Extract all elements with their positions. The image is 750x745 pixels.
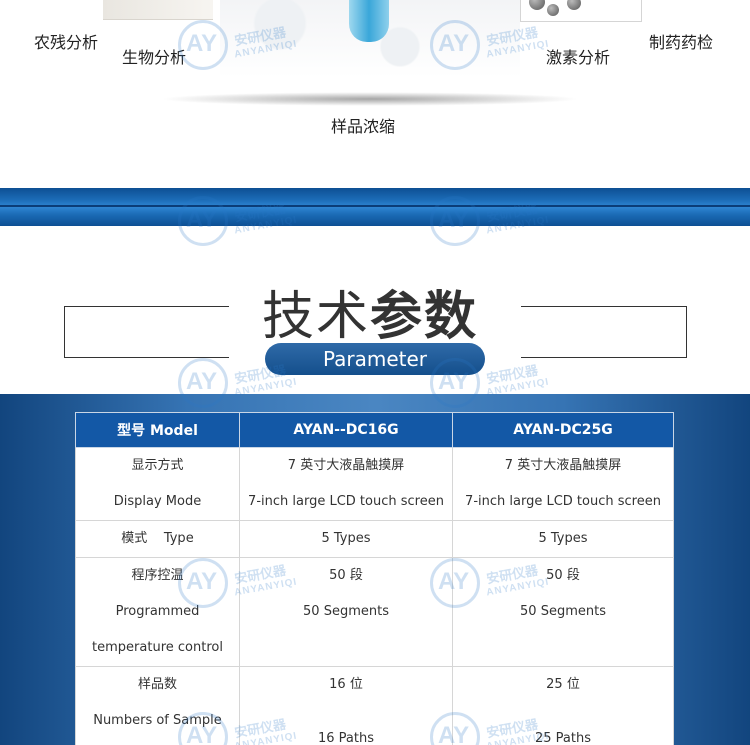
molecule-photo	[520, 0, 642, 22]
row-value-dc16g: 16 位 16 Paths	[239, 666, 453, 745]
section-divider-band	[0, 188, 750, 226]
divider-line	[0, 205, 750, 207]
title-light: 技术	[262, 287, 371, 347]
row-label: 程序控温 Programmed temperature control	[75, 557, 240, 667]
label-pesticide-analysis: 农残分析	[34, 33, 99, 52]
label-sample-concentration: 样品浓缩	[331, 117, 396, 136]
label-pharmaceutical-testing: 制药药检	[649, 33, 714, 52]
lab-photo-left	[103, 0, 213, 20]
table-row: 程序控温 Programmed temperature control 50 段…	[75, 557, 674, 667]
row-value-dc16g: 5 Types	[239, 520, 453, 558]
row-value-dc25g: 50 段 50 Segments	[452, 557, 674, 667]
heading-frame-left	[64, 306, 229, 358]
table-row: 显示方式 Display Mode 7 英寸大液晶触摸屏 7-inch larg…	[75, 447, 674, 521]
row-value-dc16g: 7 英寸大液晶触摸屏 7-inch large LCD touch screen	[239, 447, 453, 521]
heading-frame-right	[521, 306, 687, 358]
row-value-dc16g: 50 段 50 Segments	[239, 557, 453, 667]
table-header-row: 型号 Model AYAN--DC16G AYAN-DC25G	[75, 412, 674, 448]
application-banner: 农残分析 生物分析 激素分析 制药药检 样品浓缩	[0, 0, 750, 188]
title-bold: 参数	[370, 287, 479, 347]
parameter-pill: Parameter	[265, 343, 485, 375]
table-row: 模式 Type 5 Types 5 Types	[75, 520, 674, 558]
row-label: 模式 Type	[75, 520, 240, 558]
header-dc16g: AYAN--DC16G	[239, 412, 453, 448]
blue-vial-image	[349, 0, 389, 42]
header-dc25g: AYAN-DC25G	[452, 412, 674, 448]
product-shadow	[160, 92, 580, 106]
label-biological-analysis: 生物分析	[122, 48, 187, 67]
row-value-dc25g: 5 Types	[452, 520, 674, 558]
row-label: 显示方式 Display Mode	[75, 447, 240, 521]
table-row: 样品数 Numbers of Sample 16 位 16 Paths 25 位…	[75, 666, 674, 745]
row-value-dc25g: 25 位 25 Paths	[452, 666, 674, 745]
row-value-dc25g: 7 英寸大液晶触摸屏 7-inch large LCD touch screen	[452, 447, 674, 521]
label-hormone-analysis: 激素分析	[546, 48, 611, 67]
parameter-table: 型号 Model AYAN--DC16G AYAN-DC25G 显示方式 Dis…	[75, 412, 674, 745]
section-title: 技术参数	[262, 274, 478, 349]
row-label: 样品数 Numbers of Sample	[75, 666, 240, 745]
technical-parameters-heading: 技术参数 Parameter	[0, 226, 750, 394]
header-model: 型号 Model	[75, 412, 240, 448]
